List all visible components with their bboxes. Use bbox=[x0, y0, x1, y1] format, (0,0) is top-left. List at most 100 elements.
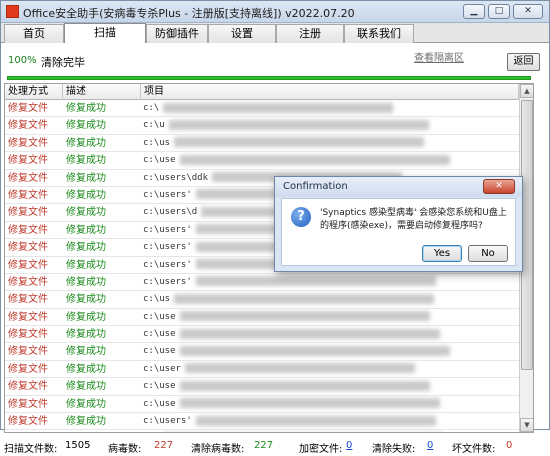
row-description: 修复成功 bbox=[66, 222, 136, 239]
minimize-icon[interactable]: ▁ bbox=[463, 4, 485, 19]
dialog-title-bar[interactable]: Confirmation ✕ bbox=[275, 177, 522, 197]
scanned-files-value: 1505 bbox=[65, 440, 90, 451]
table-row[interactable]: 修复文件修复成功c:\use bbox=[5, 396, 519, 413]
tab-settings[interactable]: 设置 bbox=[208, 24, 276, 43]
row-item-path: c:\use bbox=[143, 309, 515, 326]
encrypted-files-value[interactable]: 0 bbox=[346, 440, 352, 451]
progress-bar bbox=[7, 76, 531, 80]
row-item-text: c:\use bbox=[143, 329, 176, 339]
row-description: 修复成功 bbox=[66, 378, 136, 395]
row-item-text: c:\use bbox=[143, 381, 176, 391]
table-row[interactable]: 修复文件修复成功c:\use bbox=[5, 309, 519, 326]
table-row[interactable]: 修复文件修复成功c:\u bbox=[5, 117, 519, 134]
column-header-description[interactable]: 描述 bbox=[63, 84, 141, 100]
row-description: 修复成功 bbox=[66, 239, 136, 256]
table-row[interactable]: 修复文件修复成功c:\user bbox=[5, 361, 519, 378]
table-row[interactable]: 修复文件修复成功c:\ bbox=[5, 430, 519, 433]
redacted-path bbox=[180, 398, 440, 408]
dialog-message: 'Synaptics 感染型病毒' 会感染您系统和U盘上的程序(感染exe)，需… bbox=[320, 207, 514, 233]
row-description: 修复成功 bbox=[66, 170, 136, 187]
row-action: 修复文件 bbox=[8, 343, 63, 360]
dialog-body: ? 'Synaptics 感染型病毒' 会感染您系统和U盘上的程序(感染exe)… bbox=[281, 198, 516, 266]
back-button[interactable]: 返回 bbox=[507, 53, 540, 71]
redacted-path bbox=[180, 346, 450, 356]
table-row[interactable]: 修复文件修复成功c:\use bbox=[5, 326, 519, 343]
redacted-path bbox=[196, 416, 436, 426]
table-row[interactable]: 修复文件修复成功c:\us bbox=[5, 291, 519, 308]
row-action: 修复文件 bbox=[8, 291, 63, 308]
row-action: 修复文件 bbox=[8, 135, 63, 152]
row-item-text: c:\users' bbox=[143, 242, 192, 252]
broken-files-value[interactable]: 0 bbox=[506, 440, 512, 451]
window-title: Office安全助手(安病毒专杀Plus - 注册版[支持离线]) v2022.… bbox=[23, 5, 355, 21]
redacted-path bbox=[180, 311, 430, 321]
row-description: 修复成功 bbox=[66, 274, 136, 291]
redacted-path bbox=[163, 103, 393, 113]
row-action: 修复文件 bbox=[8, 204, 63, 221]
table-row[interactable]: 修复文件修复成功 c:\users' bbox=[5, 413, 519, 430]
close-icon[interactable]: ✕ bbox=[513, 4, 543, 19]
redacted-path bbox=[169, 120, 429, 130]
table-row[interactable]: 修复文件修复成功c:\use bbox=[5, 152, 519, 169]
virus-count-value: 227 bbox=[154, 440, 173, 451]
tab-scan[interactable]: 扫描 bbox=[64, 23, 146, 44]
tab-contact[interactable]: 联系我们 bbox=[344, 24, 414, 43]
row-item-path: c:\ bbox=[143, 100, 515, 117]
scroll-up-icon[interactable]: ▲ bbox=[520, 84, 534, 98]
redacted-path bbox=[174, 294, 434, 304]
row-item-text: c:\use bbox=[143, 346, 176, 356]
redacted-path bbox=[180, 329, 440, 339]
row-description: 修复成功 bbox=[66, 135, 136, 152]
tab-defense-plugin[interactable]: 防御插件 bbox=[146, 24, 208, 43]
cleaned-count-value: 227 bbox=[254, 440, 273, 451]
row-item-path: c:\u bbox=[143, 117, 515, 134]
view-quarantine-link[interactable]: 查看隔离区 bbox=[414, 49, 464, 64]
row-item-text: c:\use bbox=[143, 399, 176, 409]
row-action: 修复文件 bbox=[8, 274, 63, 291]
close-icon[interactable]: ✕ bbox=[483, 179, 515, 194]
row-item-text: c:\users' bbox=[143, 416, 192, 426]
row-item-text: c:\use bbox=[143, 312, 176, 322]
table-row[interactable]: 修复文件修复成功c:\users' bbox=[5, 274, 519, 291]
row-item-text: c:\users' bbox=[143, 260, 192, 270]
row-item-path: c:\user bbox=[143, 361, 515, 378]
row-description: 修复成功 bbox=[66, 413, 136, 430]
row-action: 修复文件 bbox=[8, 100, 63, 117]
scan-status: 清除完毕 bbox=[41, 54, 85, 70]
row-description: 修复成功 bbox=[66, 361, 136, 378]
row-action: 修复文件 bbox=[8, 413, 63, 430]
row-description: 修复成功 bbox=[66, 430, 136, 433]
table-row[interactable]: 修复文件修复成功c:\us bbox=[5, 135, 519, 152]
row-item-path: c:\use bbox=[143, 152, 515, 169]
row-item-text: c:\us bbox=[143, 294, 170, 304]
redacted-path bbox=[180, 155, 450, 165]
tab-register[interactable]: 注册 bbox=[276, 24, 344, 43]
column-header-item[interactable]: 项目 bbox=[141, 84, 519, 100]
row-action: 修复文件 bbox=[8, 152, 63, 169]
failed-count-value[interactable]: 0 bbox=[427, 440, 433, 451]
redacted-path bbox=[185, 363, 415, 373]
row-description: 修复成功 bbox=[66, 117, 136, 134]
row-action: 修复文件 bbox=[8, 257, 63, 274]
row-item-text: c:\user bbox=[143, 364, 181, 374]
redacted-path bbox=[196, 276, 436, 286]
maximize-icon[interactable]: □ bbox=[488, 4, 510, 19]
row-action: 修复文件 bbox=[8, 396, 63, 413]
no-button[interactable]: No bbox=[468, 245, 508, 262]
column-header-action[interactable]: 处理方式 bbox=[5, 84, 63, 100]
failed-count-label: 清除失败: bbox=[372, 440, 415, 455]
table-row[interactable]: 修复文件修复成功c:\ bbox=[5, 100, 519, 117]
encrypted-files-label: 加密文件: bbox=[299, 440, 342, 455]
row-item-path: c:\us bbox=[143, 291, 515, 308]
row-description: 修复成功 bbox=[66, 187, 136, 204]
row-description: 修复成功 bbox=[66, 204, 136, 221]
yes-button[interactable]: Yes bbox=[422, 245, 462, 262]
title-bar[interactable]: Office安全助手(安病毒专杀Plus - 注册版[支持离线]) v2022.… bbox=[1, 1, 549, 23]
row-action: 修复文件 bbox=[8, 430, 63, 433]
table-row[interactable]: 修复文件修复成功c:\use bbox=[5, 343, 519, 360]
tab-home[interactable]: 首页 bbox=[4, 24, 64, 43]
redacted-path bbox=[180, 381, 430, 391]
row-action: 修复文件 bbox=[8, 309, 63, 326]
row-item-text: c:\ bbox=[143, 103, 159, 113]
table-row[interactable]: 修复文件修复成功c:\use bbox=[5, 378, 519, 395]
